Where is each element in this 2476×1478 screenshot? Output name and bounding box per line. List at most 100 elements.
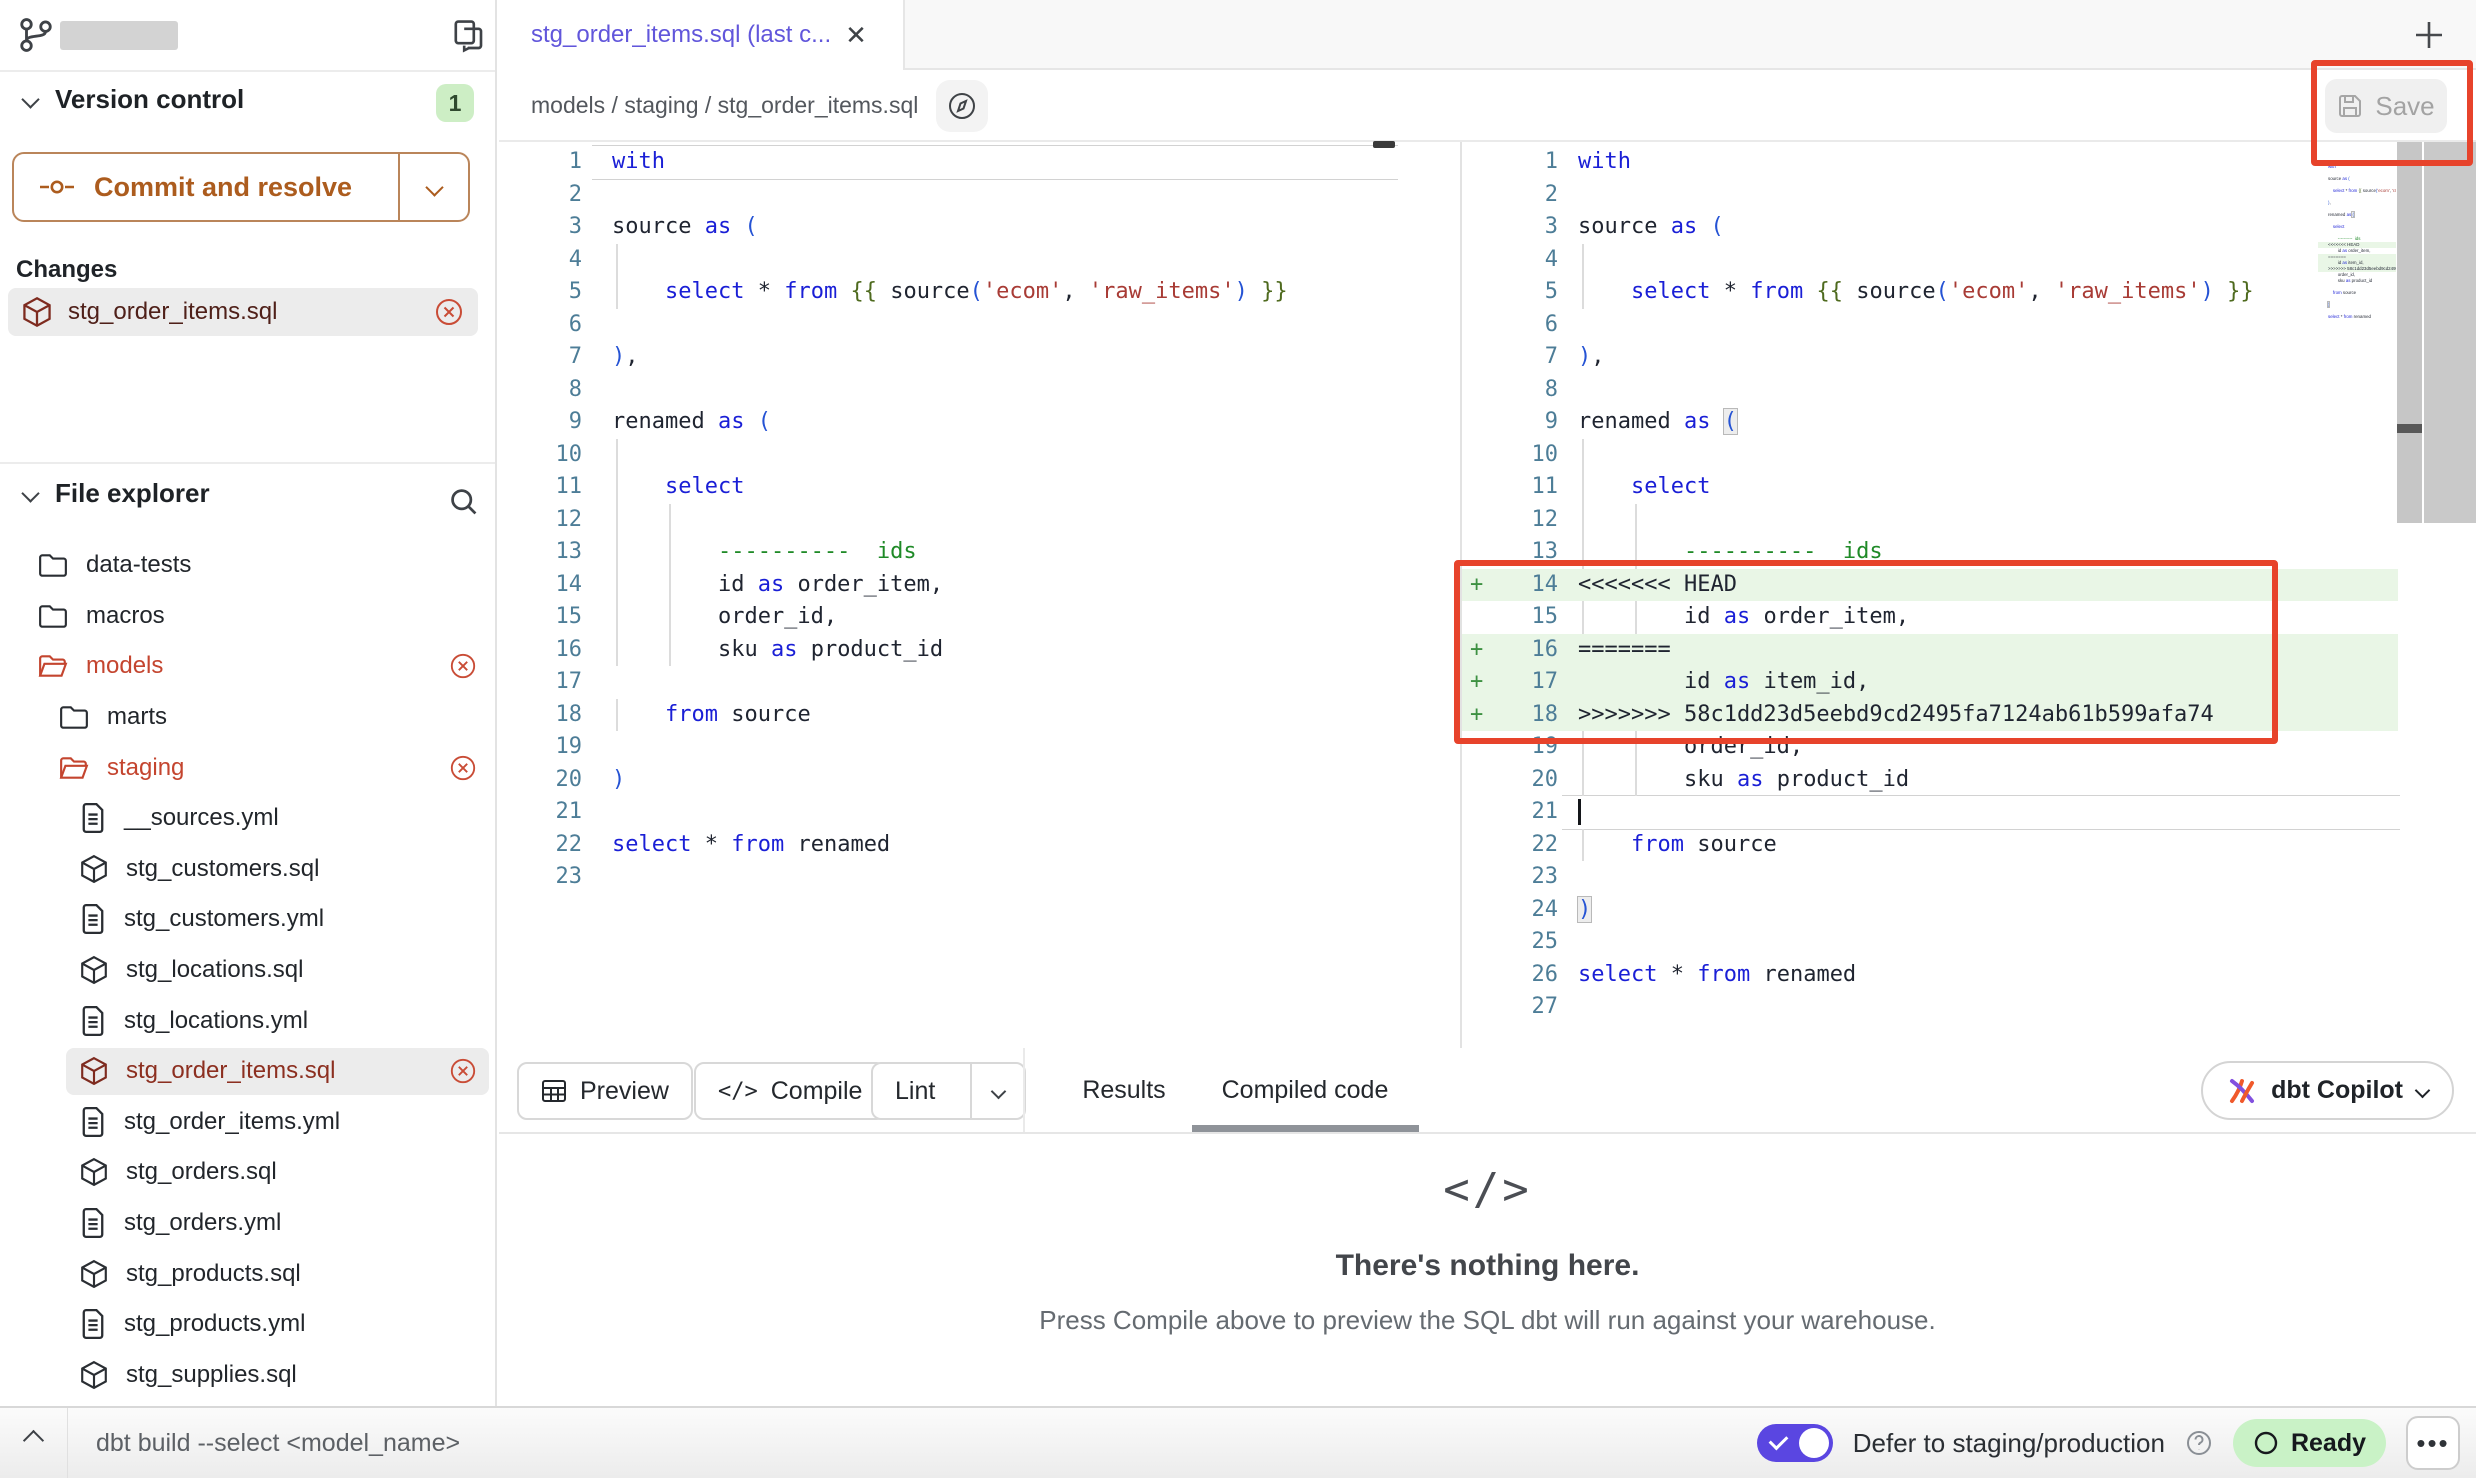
code-line[interactable]: 27: [2318, 320, 2396, 326]
commit-dropdown-toggle[interactable]: [398, 154, 468, 220]
lineage-compass-button[interactable]: [936, 80, 988, 132]
preview-button[interactable]: Preview: [517, 1062, 693, 1120]
code-line[interactable]: 8: [1462, 374, 2476, 407]
code-line[interactable]: 20 sku as product_id: [1462, 764, 2476, 797]
lint-label[interactable]: Lint: [873, 1064, 957, 1118]
code-line[interactable]: 1with: [497, 146, 1460, 179]
code-line[interactable]: 7),: [1462, 341, 2476, 374]
code-line[interactable]: 18+>>>>>>> 58c1dd23d5eebd9cd2495fa7124ab…: [1462, 699, 2476, 732]
command-input[interactable]: dbt build --select <model_name>: [96, 1429, 460, 1458]
file-tree-item[interactable]: stg_locations.sql: [0, 945, 497, 996]
copy-icon[interactable]: [452, 18, 486, 54]
lint-button[interactable]: Lint: [871, 1062, 1026, 1120]
left-editor-scroll-thumb[interactable]: [1373, 141, 1395, 148]
new-tab-button[interactable]: [2404, 10, 2454, 60]
compile-button[interactable]: </> Compile: [694, 1062, 886, 1120]
tab-stg-order-items[interactable]: stg_order_items.sql (last c... ✕: [499, 0, 905, 70]
code-line[interactable]: 6: [497, 309, 1460, 342]
file-tree-item[interactable]: models: [0, 641, 497, 692]
file-tree-item[interactable]: staging: [0, 742, 497, 793]
code-line[interactable]: 27: [1462, 991, 2476, 1024]
changes-file-item[interactable]: stg_order_items.sql: [8, 288, 478, 336]
code-line[interactable]: 17+ id as item_id,: [1462, 666, 2476, 699]
file-tree-item[interactable]: stg_orders.sql: [0, 1147, 497, 1198]
code-line[interactable]: 12: [497, 504, 1460, 537]
code-line[interactable]: 14+<<<<<<< HEAD: [1462, 569, 2476, 602]
code-line[interactable]: 15 id as order_item,: [1462, 601, 2476, 634]
commit-and-resolve-button[interactable]: Commit and resolve: [12, 152, 470, 222]
code-line[interactable]: 20): [497, 764, 1460, 797]
lint-dropdown-toggle[interactable]: [970, 1064, 1024, 1118]
file-tree-item[interactable]: stg_products.sql: [0, 1248, 497, 1299]
file-tree-item[interactable]: stg_locations.yml: [0, 995, 497, 1046]
file-tree-item[interactable]: stg_customers.yml: [0, 894, 497, 945]
status-badge[interactable]: Ready: [2233, 1419, 2386, 1467]
file-tree-item[interactable]: stg_customers.sql: [0, 844, 497, 895]
file-tree-item[interactable]: stg_order_items.yml: [0, 1097, 497, 1148]
file-tree-item[interactable]: stg_orders.yml: [0, 1198, 497, 1249]
file-tree-item[interactable]: stg_products.yml: [0, 1299, 497, 1350]
branch-name-redacted: [60, 21, 178, 50]
code-line[interactable]: 15 order_id,: [497, 601, 1460, 634]
code-line[interactable]: 19: [497, 731, 1460, 764]
code-line[interactable]: 24): [1462, 894, 2476, 927]
search-icon[interactable]: [448, 486, 480, 518]
file-tree-item[interactable]: stg_supplies.sql: [0, 1350, 497, 1401]
code-line[interactable]: 17: [497, 666, 1460, 699]
editor-left-pane[interactable]: 1with23source as (45 select * from {{ so…: [497, 146, 1460, 894]
code-line[interactable]: 9renamed as (: [497, 406, 1460, 439]
editor-minimap[interactable]: 1with23source as (45 select * from {{ so…: [2318, 164, 2396, 339]
code-line[interactable]: 4: [497, 244, 1460, 277]
tab-close-icon[interactable]: ✕: [845, 20, 867, 51]
code-line[interactable]: 3source as (: [497, 211, 1460, 244]
tab-results[interactable]: Results: [1059, 1048, 1189, 1132]
code-line[interactable]: 11 select: [1462, 471, 2476, 504]
code-line[interactable]: 16+=======: [1462, 634, 2476, 667]
git-branch-icon[interactable]: [18, 16, 54, 54]
file-tree-item[interactable]: data-tests: [0, 540, 497, 591]
code-line[interactable]: 11 select: [497, 471, 1460, 504]
scrollbar-thumb[interactable]: [2397, 424, 2422, 433]
line-number: 5: [1490, 276, 1558, 309]
code-line[interactable]: 5 select * from {{ source('ecom', 'raw_i…: [497, 276, 1460, 309]
file-tree-item[interactable]: marts: [0, 692, 497, 743]
code-line[interactable]: 7),: [497, 341, 1460, 374]
code-line[interactable]: 23: [1462, 861, 2476, 894]
code-line[interactable]: 21: [1462, 796, 2476, 829]
code-line[interactable]: 9renamed as (: [1462, 406, 2476, 439]
code-line[interactable]: 22select * from renamed: [497, 829, 1460, 862]
code-line[interactable]: 13 ---------- ids: [1462, 536, 2476, 569]
file-tree-item[interactable]: stg_order_items.sql: [0, 1046, 497, 1097]
code-line[interactable]: 10: [497, 439, 1460, 472]
code-line[interactable]: 21: [497, 796, 1460, 829]
code-line[interactable]: 22 from source: [1462, 829, 2476, 862]
expand-command-bar-icon[interactable]: [26, 1433, 41, 1453]
file-tree: data-testsmacrosmodelsmartsstaging__sour…: [0, 540, 497, 1400]
help-icon[interactable]: [2185, 1429, 2213, 1457]
code-line[interactable]: 18 from source: [497, 699, 1460, 732]
page-scrollbar[interactable]: [2424, 142, 2476, 523]
code-line[interactable]: 16 sku as product_id: [497, 634, 1460, 667]
code-line[interactable]: 2: [497, 179, 1460, 212]
dbt-copilot-button[interactable]: dbt Copilot: [2201, 1061, 2454, 1120]
code-line[interactable]: 23: [497, 861, 1460, 894]
editor-scrollbar[interactable]: [2397, 142, 2422, 523]
code-line[interactable]: 26select * from renamed: [1462, 959, 2476, 992]
tab-compiled-code[interactable]: Compiled code: [1189, 1048, 1421, 1132]
code-line[interactable]: 14 id as order_item,: [497, 569, 1460, 602]
code-line[interactable]: 8: [497, 374, 1460, 407]
file-tree-item[interactable]: macros: [0, 591, 497, 642]
more-options-button[interactable]: •••: [2406, 1416, 2460, 1470]
code-line[interactable]: 13 ---------- ids: [497, 536, 1460, 569]
version-control-header[interactable]: Version control: [0, 84, 464, 115]
code-line[interactable]: 5 select * from {{ source('ecom', 'raw_i…: [2318, 188, 2396, 194]
file-tree-item[interactable]: __sources.yml: [0, 793, 497, 844]
code-line[interactable]: 19 order_id,: [1462, 731, 2476, 764]
doc-icon: [80, 904, 106, 934]
code-line[interactable]: 12: [1462, 504, 2476, 537]
defer-toggle[interactable]: [1757, 1424, 1833, 1462]
code-line[interactable]: 10: [1462, 439, 2476, 472]
file-explorer-header[interactable]: File explorer: [0, 478, 404, 509]
code-line[interactable]: 25: [1462, 926, 2476, 959]
save-button[interactable]: Save: [2325, 79, 2447, 133]
